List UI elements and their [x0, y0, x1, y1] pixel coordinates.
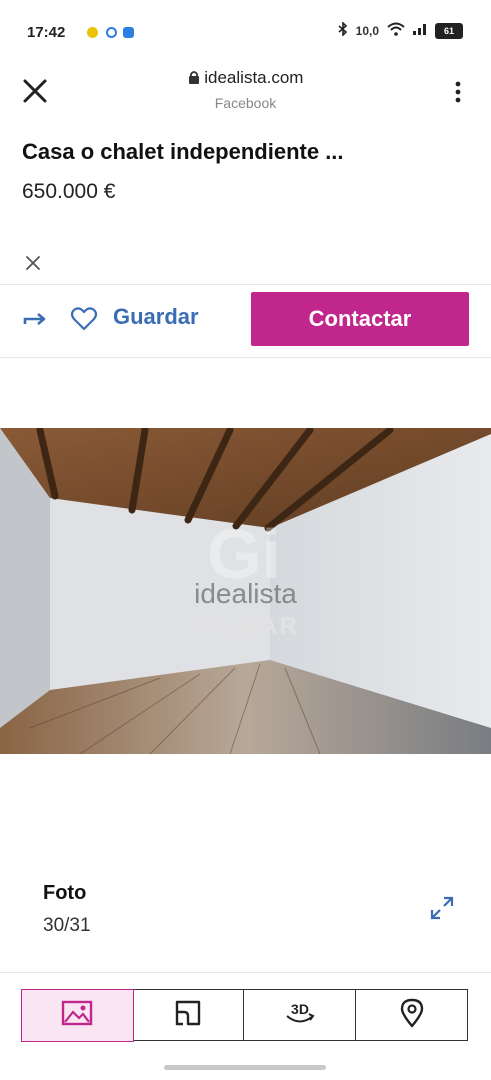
listing-photo[interactable]: Gi idealista GILMAR	[0, 428, 491, 754]
status-bar: 17:42 10,0 61	[0, 0, 491, 62]
floorplan-icon	[174, 999, 202, 1032]
notification-ring-icon	[106, 27, 117, 38]
bluetooth-icon	[338, 21, 348, 39]
3d-tour-icon: 3D	[283, 999, 317, 1032]
gallery-label: Foto	[43, 882, 87, 904]
wifi-icon	[387, 22, 405, 39]
dismiss-icon[interactable]	[24, 254, 42, 272]
photo-watermark-brand: idealista	[194, 578, 297, 609]
location-pin-icon	[400, 998, 424, 1033]
tab-map[interactable]	[356, 990, 467, 1040]
browser-toolbar: idealista.com Facebook	[0, 62, 491, 124]
app-notification-icon	[123, 27, 134, 38]
share-icon[interactable]	[22, 304, 50, 332]
save-button[interactable]: Guardar	[113, 304, 199, 330]
home-indicator[interactable]	[164, 1065, 326, 1070]
divider	[0, 284, 491, 285]
divider	[0, 357, 491, 358]
tab-photos[interactable]	[20, 988, 134, 1042]
signal-icon	[413, 23, 427, 38]
battery-icon: 61	[435, 22, 463, 39]
heart-icon[interactable]	[70, 305, 98, 333]
listing-price: 650.000 €	[22, 180, 116, 203]
photo-counter: 30/31	[43, 915, 91, 936]
svg-text:3D: 3D	[291, 1001, 309, 1017]
url-bar[interactable]: idealista.com	[0, 68, 491, 88]
photo-watermark-agency: GILMAR	[192, 613, 299, 640]
network-speed: 10,0	[355, 23, 379, 38]
contact-button[interactable]: Contactar	[251, 292, 469, 346]
more-options-icon[interactable]	[455, 80, 461, 104]
media-tabs: 3D	[20, 988, 468, 1042]
fullscreen-icon[interactable]	[430, 896, 454, 920]
tab-plan[interactable]	[132, 990, 244, 1040]
tab-3d[interactable]: 3D	[244, 990, 356, 1040]
lock-icon	[188, 68, 205, 87]
image-icon	[61, 1000, 93, 1031]
url-source: Facebook	[214, 95, 277, 111]
url-text: idealista.com	[204, 68, 304, 87]
status-time: 17:42	[27, 24, 66, 41]
notification-dot-icon	[87, 27, 98, 38]
divider	[0, 972, 491, 973]
status-indicators: 10,0 61	[338, 21, 463, 39]
listing-title: Casa o chalet independiente ...	[22, 139, 344, 164]
